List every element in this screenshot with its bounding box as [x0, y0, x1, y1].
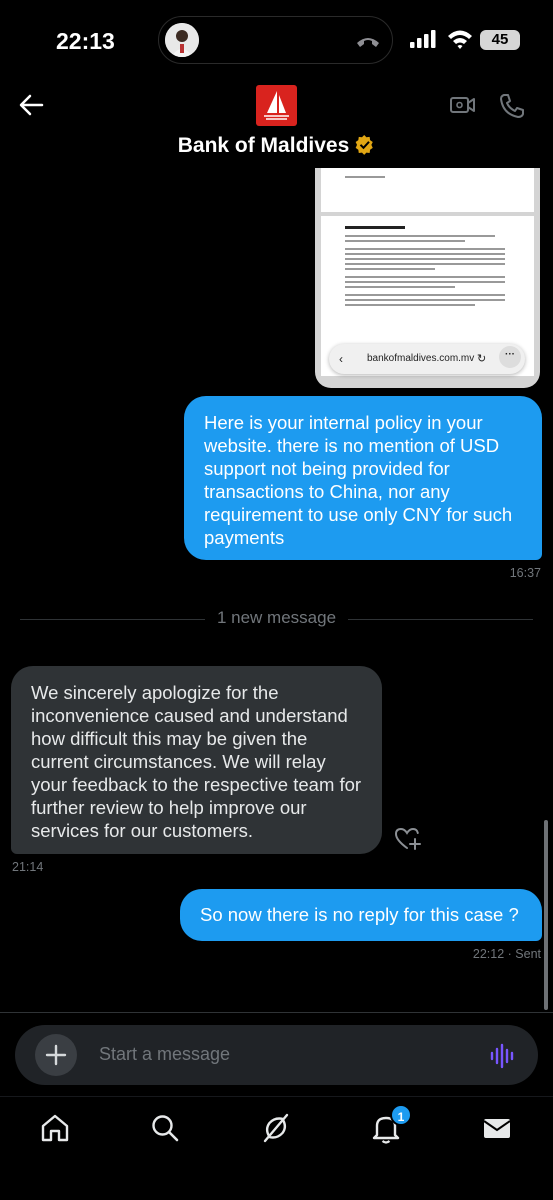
tab-home[interactable]: [38, 1111, 72, 1145]
video-call-button[interactable]: [450, 94, 476, 121]
notification-badge: 1: [390, 1104, 412, 1126]
call-indicator-icon: [354, 31, 382, 56]
status-time: 22:13: [56, 28, 115, 54]
status-bar: 22:13 45: [0, 0, 553, 80]
message-input[interactable]: Start a message: [99, 1044, 230, 1065]
url-text: bankofmaldives.com.mv: [367, 353, 475, 364]
plus-icon: [45, 1044, 67, 1066]
battery-indicator: 45: [480, 30, 520, 50]
message-timestamp: 16:37: [509, 566, 541, 580]
bank-logo[interactable]: [256, 85, 297, 126]
message-composer[interactable]: Start a message: [15, 1025, 538, 1085]
image-attachment[interactable]: ‹ bankofmaldives.com.mv ↻ ···: [315, 168, 540, 388]
search-icon: [152, 1115, 179, 1142]
verified-badge-icon: [355, 135, 375, 161]
message-timestamp: 21:14: [12, 860, 44, 874]
divider-line: [348, 619, 533, 620]
dynamic-island[interactable]: [158, 16, 393, 64]
phone-icon: [500, 94, 524, 118]
tab-grok[interactable]: [259, 1111, 293, 1145]
more-icon: ···: [499, 346, 521, 368]
message-bubble-outgoing[interactable]: Here is your internal policy in your web…: [184, 396, 542, 560]
envelope-icon: [483, 1119, 511, 1138]
message-status: 22:12 · Sent: [472, 947, 541, 961]
scrollbar[interactable]: [544, 820, 548, 1010]
new-message-divider: 1 new message: [20, 608, 533, 630]
voice-message-button[interactable]: [490, 1043, 516, 1074]
reload-icon: ↻: [477, 353, 487, 365]
message-bubble-outgoing[interactable]: So now there is no reply for this case ?: [180, 889, 542, 941]
video-camera-icon: [450, 97, 475, 113]
arrow-left-icon: [19, 94, 44, 116]
new-message-label: 1 new message: [216, 608, 337, 627]
heart-plus-icon: [394, 827, 421, 850]
message-bubble-incoming[interactable]: We sincerely apologize for the inconveni…: [11, 666, 382, 854]
contact-name: Bank of Maldives: [177, 134, 350, 157]
caller-avatar: [165, 23, 199, 57]
cellular-signal-icon: [410, 30, 436, 53]
voice-call-button[interactable]: [498, 92, 526, 125]
back-button[interactable]: [18, 92, 44, 123]
document-page-top: [321, 168, 534, 212]
chevron-left-icon: ‹: [339, 352, 343, 366]
home-icon: [41, 1114, 69, 1142]
add-reaction-button[interactable]: [394, 826, 422, 857]
document-heading: [345, 226, 405, 229]
grok-icon: [263, 1113, 289, 1143]
browser-url-bar: ‹ bankofmaldives.com.mv ↻ ···: [329, 344, 525, 374]
bottom-tab-bar: 1: [0, 1096, 553, 1200]
contact-name-row[interactable]: Bank of Maldives: [0, 134, 553, 161]
composer-area: Start a message: [0, 1012, 553, 1096]
conversation-header: Bank of Maldives: [0, 80, 553, 170]
wifi-icon: [447, 28, 473, 55]
waveform-icon: [490, 1043, 514, 1069]
tab-search[interactable]: [148, 1111, 182, 1145]
tab-messages[interactable]: [480, 1111, 514, 1145]
add-media-button[interactable]: [35, 1034, 77, 1076]
